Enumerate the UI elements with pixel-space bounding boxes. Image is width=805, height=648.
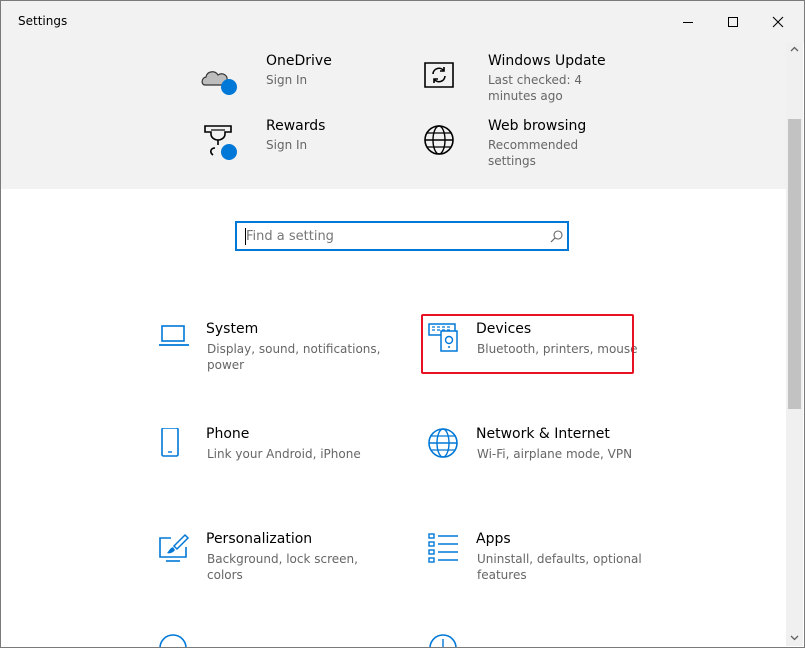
apps-list-icon bbox=[428, 533, 458, 563]
category-accounts-partial[interactable] bbox=[158, 633, 188, 647]
tip-onedrive[interactable]: OneDrive Sign In bbox=[199, 53, 389, 107]
tip-title: Web browsing bbox=[488, 118, 587, 134]
tip-web-browsing[interactable]: Web browsing Recommended settings bbox=[421, 118, 621, 178]
tip-windows-update[interactable]: Windows Update Last checked: 4 minutes a… bbox=[421, 53, 621, 113]
tip-subtitle: Recommended settings bbox=[488, 138, 579, 168]
category-title: Phone bbox=[206, 426, 250, 442]
category-phone[interactable]: Phone Link your Android, iPhone bbox=[158, 426, 388, 496]
paint-icon bbox=[159, 533, 190, 562]
category-description: Display, sound, notifications, power bbox=[207, 342, 381, 372]
account-icon bbox=[159, 634, 187, 647]
category-title: Network & Internet bbox=[476, 426, 610, 442]
phone-icon bbox=[161, 428, 179, 457]
tip-title: Rewards bbox=[266, 118, 326, 134]
category-title: System bbox=[206, 321, 259, 337]
windows-update-icon bbox=[424, 62, 454, 88]
close-button[interactable] bbox=[755, 1, 801, 43]
vertical-scrollbar[interactable] bbox=[786, 43, 803, 646]
minimize-icon bbox=[683, 22, 693, 23]
globe-icon bbox=[428, 428, 458, 458]
clock-icon bbox=[429, 634, 457, 647]
tip-rewards[interactable]: Rewards Sign In bbox=[199, 118, 389, 172]
annotation-highlight-box bbox=[421, 314, 634, 374]
settings-window: Settings OneDrive Sign In Windows Update… bbox=[0, 0, 805, 648]
category-title: Personalization bbox=[206, 531, 313, 547]
laptop-icon bbox=[159, 325, 189, 346]
tip-title: OneDrive bbox=[266, 53, 332, 69]
header-tips-area: OneDrive Sign In Windows Update Last che… bbox=[1, 43, 786, 189]
globe-icon bbox=[424, 125, 454, 155]
category-description: Background, lock screen, colors bbox=[207, 552, 358, 582]
category-description: Link your Android, iPhone bbox=[207, 447, 361, 461]
category-network[interactable]: Network & Internet Wi-Fi, airplane mode,… bbox=[428, 426, 658, 496]
tip-subtitle: Sign In bbox=[266, 138, 308, 152]
category-personalization[interactable]: Personalization Background, lock screen,… bbox=[158, 531, 388, 601]
search-box[interactable] bbox=[235, 221, 569, 251]
onedrive-status-dot bbox=[221, 79, 237, 95]
search-input[interactable] bbox=[246, 226, 536, 246]
maximize-icon bbox=[728, 17, 738, 27]
scroll-up-arrow-icon[interactable] bbox=[790, 45, 799, 54]
category-title: Apps bbox=[476, 531, 511, 547]
scroll-down-arrow-icon[interactable] bbox=[790, 633, 799, 642]
tip-subtitle: Last checked: 4 minutes ago bbox=[488, 73, 583, 103]
title-bar[interactable]: Settings bbox=[1, 1, 804, 43]
minimize-button[interactable] bbox=[665, 1, 711, 43]
tip-title: Windows Update bbox=[488, 53, 606, 69]
tip-subtitle: Sign In bbox=[266, 73, 308, 87]
category-apps[interactable]: Apps Uninstall, defaults, optional featu… bbox=[428, 531, 658, 601]
category-time-partial[interactable] bbox=[428, 633, 458, 647]
search-icon[interactable] bbox=[550, 230, 563, 243]
category-description: Wi-Fi, airplane mode, VPN bbox=[477, 447, 633, 461]
window-title: Settings bbox=[18, 14, 68, 28]
maximize-button[interactable] bbox=[710, 1, 756, 43]
category-system[interactable]: System Display, sound, notifications, po… bbox=[158, 321, 388, 391]
close-icon bbox=[772, 16, 784, 28]
scrollbar-thumb[interactable] bbox=[788, 119, 801, 409]
rewards-status-dot bbox=[221, 144, 237, 160]
category-description: Uninstall, defaults, optional features bbox=[477, 552, 642, 582]
